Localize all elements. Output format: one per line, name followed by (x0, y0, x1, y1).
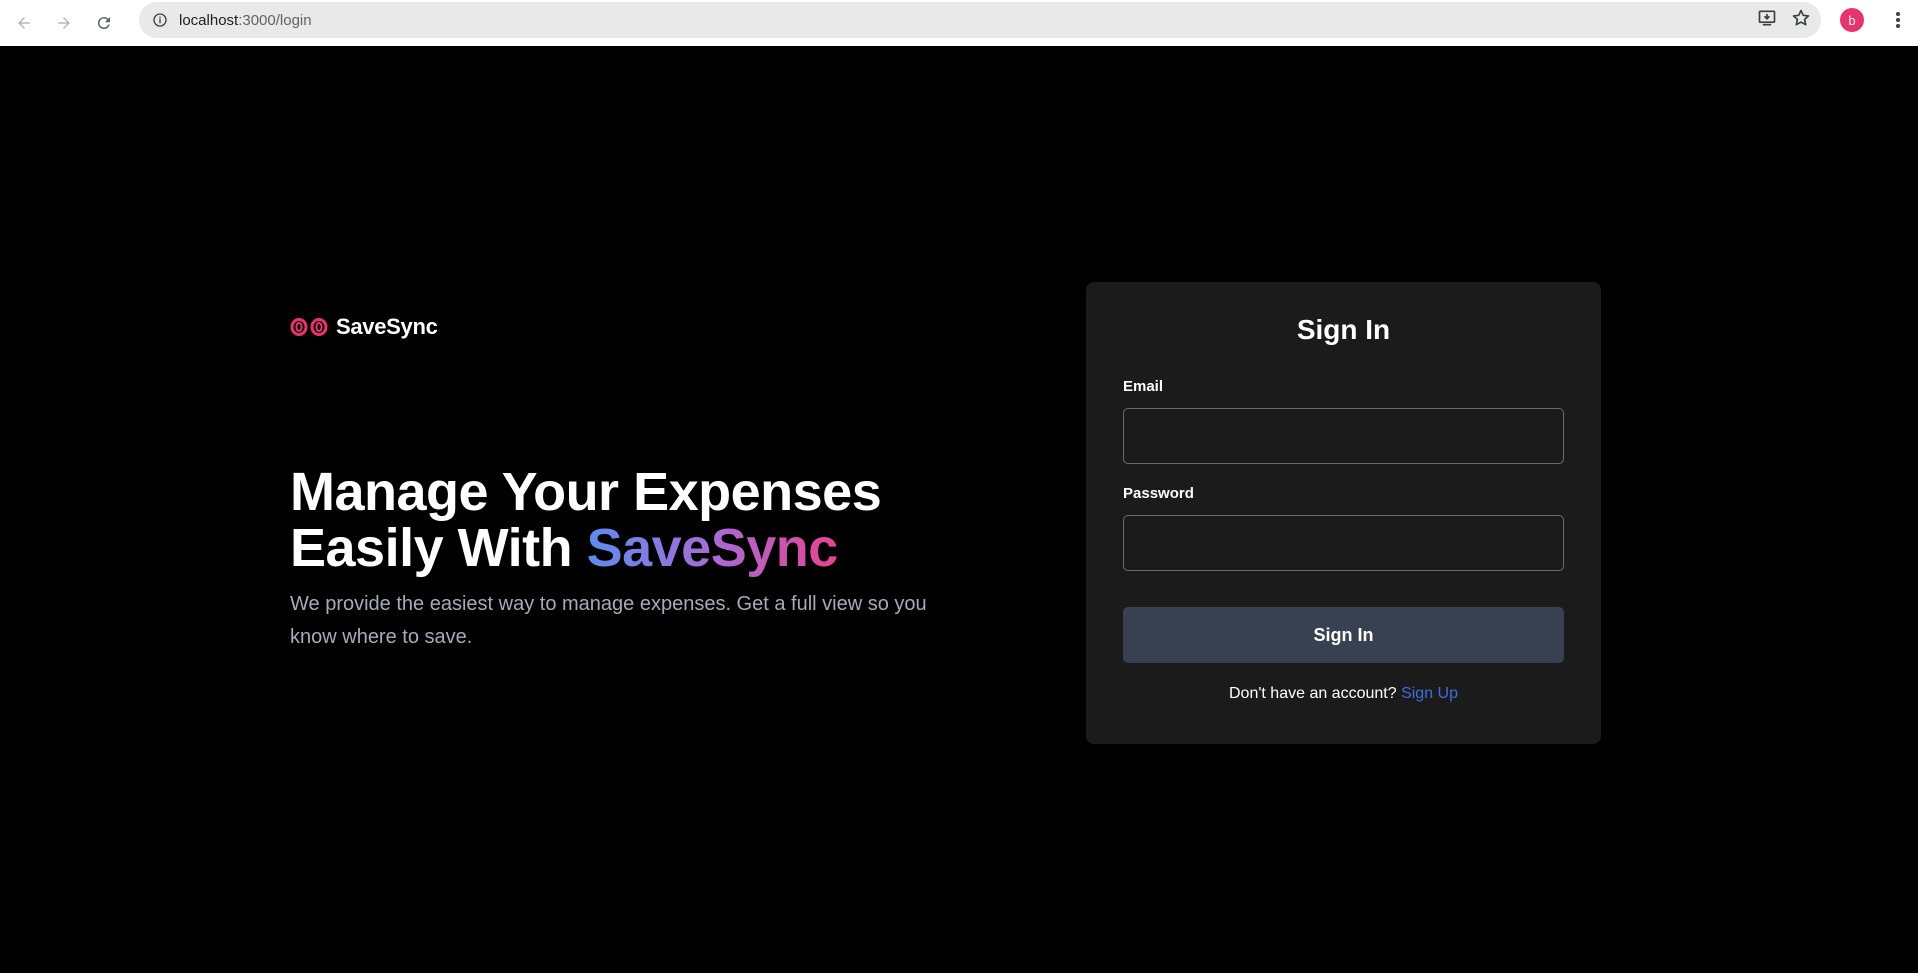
url-host: localhost (179, 11, 239, 29)
url-text: localhost:3000/login (179, 12, 312, 29)
address-bar-actions (1757, 2, 1811, 38)
brand-header: SaveSync (290, 314, 438, 340)
site-info-button[interactable] (143, 12, 177, 28)
forward-button[interactable] (44, 3, 84, 43)
profile-avatar[interactable]: b (1840, 8, 1864, 32)
email-field[interactable] (1123, 408, 1564, 464)
hero-title: Manage Your Expenses Easily With SaveSyn… (290, 464, 990, 576)
install-app-button[interactable] (1757, 8, 1777, 33)
hero-title-line2-prefix: Easily With (290, 518, 587, 578)
password-label: Password (1123, 485, 1194, 502)
signup-link[interactable]: Sign Up (1401, 685, 1458, 702)
star-icon (1792, 9, 1810, 25)
signup-row: Don't have an account? Sign Up (1086, 685, 1601, 703)
signup-prompt: Don't have an account? (1229, 685, 1402, 702)
install-app-icon (1758, 10, 1776, 25)
login-page: SaveSync Manage Your Expenses Easily Wit… (0, 46, 1918, 973)
hero-title-highlight: SaveSync (586, 518, 839, 578)
url-path: :3000/login (238, 11, 312, 29)
hero-subtitle: We provide the easiest way to manage exp… (290, 593, 927, 648)
kebab-menu-icon (1896, 12, 1900, 28)
hero-section: Manage Your Expenses Easily With SaveSyn… (290, 464, 990, 654)
password-field[interactable] (1123, 515, 1564, 571)
bookmark-button[interactable] (1791, 8, 1811, 33)
hero-title-line1: Manage Your Expenses (290, 462, 882, 522)
info-icon (153, 13, 167, 27)
reload-button[interactable] (84, 3, 124, 43)
reload-icon (97, 17, 110, 30)
forward-arrow-icon (58, 17, 70, 29)
signin-card: Sign In Email Password Sign In Don't hav… (1086, 282, 1601, 744)
browser-toolbar: localhost:3000/login b (0, 0, 1918, 46)
email-label: Email (1123, 378, 1164, 395)
signin-button[interactable]: Sign In (1123, 607, 1564, 663)
back-button[interactable] (4, 3, 44, 43)
back-arrow-icon (18, 17, 30, 29)
brand-logo-icon (290, 317, 328, 337)
brand-name: SaveSync (336, 314, 438, 339)
signin-title: Sign In (1296, 314, 1391, 345)
address-bar[interactable]: localhost:3000/login (139, 2, 1821, 38)
browser-menu-button[interactable] (1886, 8, 1910, 32)
